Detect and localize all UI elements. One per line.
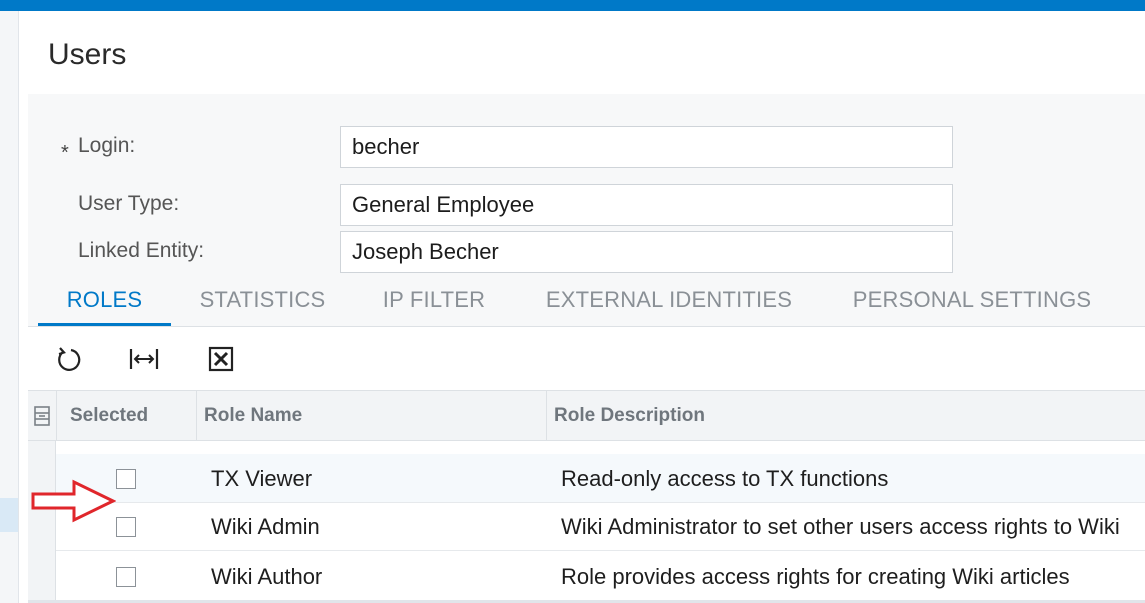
grid-toolbar (28, 327, 1145, 390)
column-header-role-description[interactable]: Role Description (554, 391, 705, 440)
required-mark: * (61, 142, 69, 164)
tab-bar: ROLES STATISTICS IP FILTER EXTERNAL IDEN… (38, 272, 1145, 327)
linked-entity-selector[interactable]: Joseph Becher (340, 231, 953, 273)
fit-columns-button[interactable] (124, 339, 164, 379)
login-input[interactable]: becher (340, 126, 953, 168)
column-header-selected[interactable]: Selected (70, 391, 148, 440)
page-title: Users (48, 38, 127, 71)
header-separator (196, 391, 197, 440)
user-type-select[interactable]: General Employee (340, 184, 953, 226)
header-separator (56, 391, 57, 440)
tab-statistics[interactable]: STATISTICS (191, 272, 334, 327)
tab-external-identities[interactable]: EXTERNAL IDENTITIES (535, 272, 803, 327)
table-row[interactable]: Wiki Author Role provides access rights … (56, 552, 1145, 601)
refresh-button[interactable] (48, 339, 88, 379)
selected-checkbox[interactable] (116, 567, 136, 587)
tab-ip-filter[interactable]: IP FILTER (369, 272, 499, 327)
linked-entity-label: Linked Entity: (78, 239, 205, 262)
header-separator (546, 391, 547, 440)
role-description-cell: Wiki Administrator to set other users ac… (561, 513, 1120, 539)
table-row[interactable]: Wiki Admin Wiki Administrator to set oth… (56, 502, 1145, 551)
role-name-cell: Wiki Admin (211, 513, 320, 539)
selected-checkbox[interactable] (116, 469, 136, 489)
tab-roles[interactable]: ROLES (38, 272, 171, 327)
export-excel-button[interactable] (201, 339, 241, 379)
left-nav-active-marker (0, 498, 18, 532)
role-name-cell: TX Viewer (211, 465, 313, 491)
role-description-cell: Read-only access to TX functions (561, 465, 889, 491)
grid-header: Selected Role Name Role Description (28, 390, 1145, 441)
role-name-cell: Wiki Author (211, 563, 323, 589)
refresh-icon (58, 347, 81, 371)
table-row[interactable]: TX Viewer Read-only access to TX functio… (56, 454, 1145, 503)
selected-checkbox[interactable] (116, 517, 136, 537)
role-description-cell: Role provides access rights for creating… (561, 563, 1070, 589)
top-app-bar (0, 0, 1145, 11)
annotation-arrow-icon (31, 479, 116, 523)
tab-personal-settings[interactable]: PERSONAL SETTINGS (842, 272, 1102, 327)
row-selector-header[interactable] (28, 391, 56, 440)
fit-columns-icon (129, 349, 159, 369)
export-excel-icon (208, 346, 234, 372)
column-header-role-name[interactable]: Role Name (204, 391, 302, 440)
login-label: Login: (78, 134, 136, 157)
column-config-icon (34, 405, 50, 426)
user-type-label: User Type: (78, 192, 180, 215)
roles-grid: TX Viewer Read-only access to TX functio… (28, 441, 1145, 603)
